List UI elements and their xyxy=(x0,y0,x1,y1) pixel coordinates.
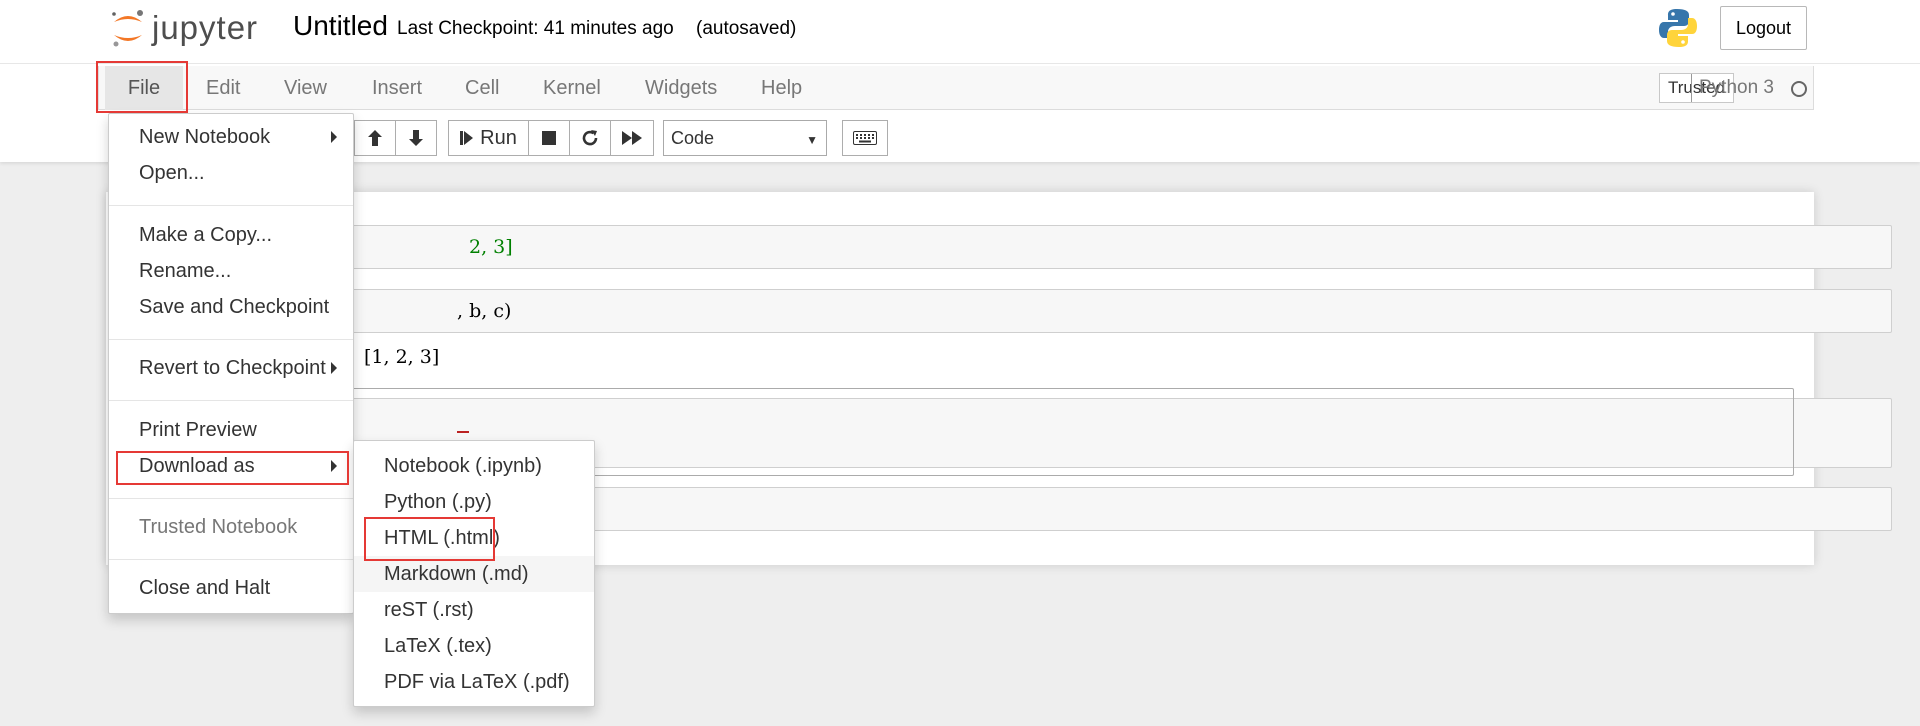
menu-view[interactable]: View xyxy=(284,66,327,110)
cell-code-1-text: 2, 3] xyxy=(469,236,513,258)
python-logo-icon xyxy=(1656,6,1700,55)
move-down-button[interactable] xyxy=(395,120,437,156)
menu-kernel[interactable]: Kernel xyxy=(543,66,601,110)
menu-make-copy[interactable]: Make a Copy... xyxy=(139,221,272,249)
menu-close-halt[interactable]: Close and Halt xyxy=(139,574,270,602)
run-button-label: Run xyxy=(480,126,517,149)
menu-new-notebook[interactable]: New Notebook xyxy=(139,123,353,151)
kernel-idle-icon xyxy=(1791,81,1807,97)
checkpoint-status: Last Checkpoint: 41 minutes ago xyxy=(397,18,674,39)
restart-run-all-button[interactable] xyxy=(610,120,654,156)
menu-print-preview[interactable]: Print Preview xyxy=(139,416,257,444)
menu-trusted-notebook: Trusted Notebook xyxy=(139,515,298,538)
menu-new-notebook-label: New Notebook xyxy=(139,125,271,148)
download-html[interactable]: HTML (.html) xyxy=(354,520,594,556)
menu-divider xyxy=(109,498,353,499)
menu-insert[interactable]: Insert xyxy=(372,66,422,110)
download-tex[interactable]: LaTeX (.tex) xyxy=(354,628,594,664)
autosave-status: (autosaved) xyxy=(696,18,797,39)
menu-download-as[interactable]: Download as xyxy=(139,452,255,480)
kernel-name: Python 3 xyxy=(1699,77,1774,98)
menu-file[interactable]: File xyxy=(105,66,183,110)
header-bar xyxy=(0,0,1920,64)
menu-divider xyxy=(109,339,353,340)
fast-forward-icon xyxy=(622,131,642,145)
menu-save-checkpoint[interactable]: Save and Checkpoint xyxy=(139,293,329,321)
cell-input-1[interactable]: 2, 3] xyxy=(316,225,1892,269)
cell-input-2[interactable]: , b, c) xyxy=(316,289,1892,333)
download-pdf[interactable]: PDF via LaTeX (.pdf) xyxy=(354,664,594,700)
interrupt-button[interactable] xyxy=(528,120,570,156)
cell-code-1: 2, 3] xyxy=(469,236,513,258)
menu-revert-checkpoint[interactable]: Revert to Checkpoint xyxy=(139,354,326,382)
command-palette-button[interactable] xyxy=(842,120,888,156)
menu-divider xyxy=(109,400,353,401)
step-forward-icon xyxy=(460,131,474,145)
menu-edit[interactable]: Edit xyxy=(206,66,240,110)
cell-type-select[interactable]: Code ▼ xyxy=(663,120,827,156)
menu-divider xyxy=(109,205,353,206)
refresh-icon xyxy=(582,130,598,146)
restart-button[interactable] xyxy=(569,120,611,156)
keyboard-icon xyxy=(853,131,877,145)
cell-type-value: Code xyxy=(671,127,715,148)
move-up-button[interactable] xyxy=(354,120,396,156)
arrow-down-icon xyxy=(409,130,423,146)
menu-divider xyxy=(109,559,353,560)
download-ipynb[interactable]: Notebook (.ipynb) xyxy=(354,448,594,484)
stop-icon xyxy=(542,131,556,145)
cell-code-2: , b, c) xyxy=(457,300,512,322)
arrow-up-icon xyxy=(368,130,382,146)
cell-output-2: [1, 2, 3] xyxy=(364,346,440,368)
logout-button[interactable]: Logout xyxy=(1720,6,1807,50)
download-submenu: Notebook (.ipynb) Python (.py) HTML (.ht… xyxy=(353,440,595,707)
menu-cell[interactable]: Cell xyxy=(465,66,499,110)
run-button[interactable]: Run xyxy=(448,120,529,156)
caret-right-icon xyxy=(331,362,337,374)
download-rst[interactable]: reST (.rst) xyxy=(354,592,594,628)
menu-widgets[interactable]: Widgets xyxy=(645,66,717,110)
download-md[interactable]: Markdown (.md) xyxy=(354,556,594,592)
download-py[interactable]: Python (.py) xyxy=(354,484,594,520)
notebook-name[interactable]: Untitled xyxy=(293,10,388,42)
logo-text: jupyter xyxy=(152,9,259,46)
caret-right-icon xyxy=(331,460,337,472)
jupyter-logo-icon xyxy=(112,10,143,47)
jupyter-logo[interactable]: jupyter xyxy=(110,8,258,48)
file-dropdown-menu: New Notebook Open... Make a Copy... Rena… xyxy=(108,113,354,614)
caret-down-icon: ▼ xyxy=(806,133,818,147)
menu-help[interactable]: Help xyxy=(761,66,802,110)
menu-open[interactable]: Open... xyxy=(139,159,205,187)
menu-rename[interactable]: Rename... xyxy=(139,257,231,285)
caret-right-icon xyxy=(331,131,337,143)
menubar: File Edit View Insert Cell Kernel Widget… xyxy=(98,66,1814,110)
kernel-separator xyxy=(1691,74,1692,102)
